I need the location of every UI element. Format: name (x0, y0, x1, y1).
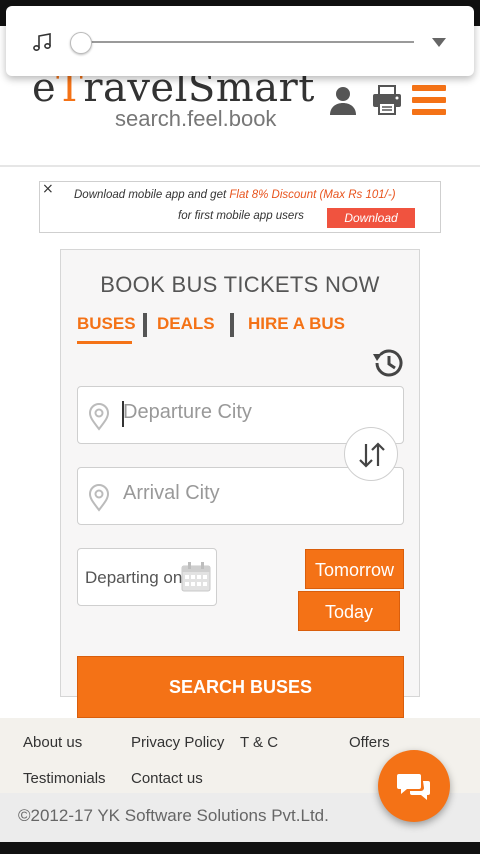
departure-city-placeholder: Departure City (123, 401, 252, 423)
departing-on-label: Departing on (85, 568, 183, 587)
printer-icon[interactable] (371, 84, 403, 116)
swap-cities-button[interactable] (344, 427, 398, 481)
hamburger-menu-icon[interactable] (412, 83, 446, 117)
navigation-bar (0, 842, 480, 854)
tab-deals[interactable]: DEALS (157, 314, 215, 334)
calendar-icon (181, 562, 211, 592)
footer-link-contact[interactable]: Contact us (131, 770, 203, 787)
footer-link-about[interactable]: About us (23, 734, 82, 751)
tab-separator (230, 313, 234, 337)
promo-text-line1: Download mobile app and get Flat 8% Disc… (74, 189, 396, 201)
volume-slider-track[interactable] (80, 41, 414, 43)
tab-separator (143, 313, 147, 337)
header-divider (0, 165, 480, 167)
promo-text-prefix: Download mobile app and get (74, 189, 230, 201)
chat-icon (397, 774, 430, 800)
promo-text-line2: for first mobile app users (178, 210, 304, 222)
media-control-popup (6, 6, 474, 76)
booking-title: BOOK BUS TICKETS NOW (100, 272, 380, 297)
footer-link-privacy[interactable]: Privacy Policy (131, 734, 224, 751)
volume-slider-knob[interactable] (70, 32, 92, 54)
footer-link-terms[interactable]: T & C (240, 734, 278, 751)
location-pin-icon (88, 403, 110, 431)
chat-button[interactable] (378, 750, 450, 822)
history-icon[interactable] (370, 345, 406, 381)
promo-banner: × Download mobile app and get Flat 8% Di… (39, 181, 441, 233)
tab-hire-a-bus[interactable]: HIRE A BUS (248, 314, 345, 334)
footer-link-testimonials[interactable]: Testimonials (23, 770, 106, 787)
promo-discount-text: Flat 8% Discount (Max Rs 101/-) (229, 189, 396, 201)
expand-caret-icon[interactable] (432, 38, 446, 47)
today-button[interactable]: Today (298, 591, 400, 631)
footer-link-offers[interactable]: Offers (349, 734, 390, 751)
location-pin-icon (88, 484, 110, 512)
close-icon[interactable]: × (42, 181, 54, 197)
active-tab-underline (77, 341, 132, 344)
music-note-icon (33, 33, 51, 52)
search-buses-button[interactable]: SEARCH BUSES (77, 656, 404, 718)
arrival-city-placeholder: Arrival City (123, 482, 220, 504)
download-app-button[interactable]: Download (327, 208, 415, 228)
copyright-text: ©2012-17 YK Software Solutions Pvt.Ltd. (18, 806, 329, 825)
tab-buses[interactable]: BUSES (77, 314, 136, 334)
logo-tagline: search.feel.book (115, 106, 277, 131)
departure-date-picker[interactable]: Departing on (77, 548, 217, 606)
tomorrow-button[interactable]: Tomorrow (305, 549, 404, 589)
swap-arrows-icon (359, 442, 385, 468)
user-icon[interactable] (327, 84, 359, 116)
